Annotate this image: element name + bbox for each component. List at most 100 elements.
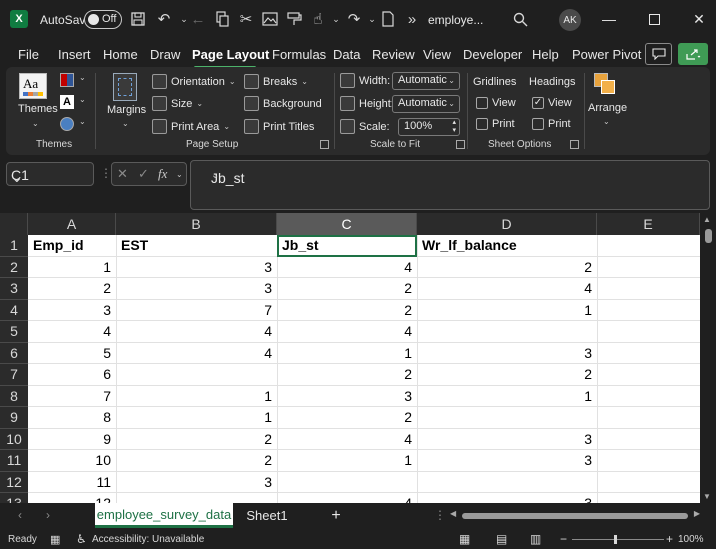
row-header[interactable]: 5 — [0, 321, 28, 343]
tab-home[interactable]: Home — [103, 47, 138, 62]
cell-b12[interactable]: 3 — [116, 472, 277, 494]
row-header[interactable]: 2 — [0, 256, 28, 278]
themes-button[interactable]: Themes — [18, 103, 58, 115]
more-options-icon[interactable]: ⋮ — [434, 508, 446, 522]
cell-b7[interactable] — [116, 364, 277, 386]
touch-dropdown-icon[interactable]: ⌄ — [326, 9, 346, 29]
tab-file[interactable]: File — [18, 47, 39, 62]
cell-a5[interactable]: 4 — [28, 321, 116, 343]
print-titles-button[interactable]: Print Titles — [244, 119, 314, 134]
headings-print-checkbox[interactable]: Print — [532, 118, 571, 130]
sheet-tab-sheet1[interactable]: Sheet1 — [242, 503, 292, 528]
cell-c6[interactable]: 1 — [277, 343, 417, 365]
cell-d11[interactable]: 3 — [417, 450, 597, 472]
touch-mode-icon[interactable]: ☝ — [308, 9, 328, 29]
column-header-c[interactable]: C — [277, 213, 417, 235]
cell-c4[interactable]: 2 — [277, 300, 417, 322]
fonts-chevron-icon[interactable]: ⌄ — [79, 95, 86, 104]
cell-e5[interactable] — [597, 321, 700, 343]
cell-c5[interactable]: 4 — [277, 321, 417, 343]
cell-a8[interactable]: 7 — [28, 386, 116, 408]
horizontal-scrollbar[interactable]: ◀ ▶ — [450, 509, 700, 521]
arrange-button[interactable]: Arrange — [588, 102, 627, 114]
macro-recording-icon[interactable]: ▦ — [50, 533, 60, 546]
cell-b1[interactable]: EST — [116, 235, 277, 257]
cell-e9[interactable] — [597, 407, 700, 429]
normal-view-icon[interactable]: ▦ — [459, 532, 470, 546]
cell-a12[interactable]: 11 — [28, 472, 116, 494]
more-commands-icon[interactable]: » — [402, 9, 422, 29]
row-header[interactable]: 6 — [0, 342, 28, 364]
maximize-icon[interactable] — [644, 9, 664, 29]
cell-d13[interactable]: 3 — [417, 493, 597, 503]
background-button[interactable]: Background — [244, 96, 322, 111]
page-layout-view-icon[interactable]: ▤ — [496, 532, 507, 546]
cell-e8[interactable] — [597, 386, 700, 408]
cell-c11[interactable]: 1 — [277, 450, 417, 472]
row-header[interactable]: 9 — [0, 407, 28, 429]
cell-b11[interactable]: 2 — [116, 450, 277, 472]
add-sheet-button[interactable]: + — [325, 503, 347, 528]
tab-page-layout[interactable]: Page Layout — [192, 47, 269, 62]
margins-button[interactable]: Margins — [107, 104, 146, 116]
insert-function-icon[interactable]: fx — [158, 166, 167, 182]
row-header[interactable]: 12 — [0, 471, 28, 493]
cell-a13[interactable]: 12 — [28, 493, 116, 503]
cell-d5[interactable] — [417, 321, 597, 343]
gridlines-view-checkbox[interactable]: View — [476, 97, 516, 109]
row-header[interactable]: 1 — [0, 235, 28, 257]
colors-chevron-icon[interactable]: ⌄ — [79, 73, 86, 82]
height-select[interactable]: Automatic ⌄ — [392, 95, 460, 113]
scrollbar-thumb[interactable] — [462, 513, 688, 519]
formula-input[interactable]: Jb_st ⌄ — [190, 160, 710, 210]
gridlines-print-checkbox[interactable]: Print — [476, 118, 515, 130]
cell-c12[interactable] — [277, 472, 417, 494]
row-header[interactable]: 11 — [0, 450, 28, 472]
sheet-options-launcher-icon[interactable] — [570, 140, 579, 149]
select-all-corner[interactable] — [0, 213, 28, 235]
cell-a9[interactable]: 8 — [28, 407, 116, 429]
redo-icon[interactable]: ↷ — [344, 9, 364, 29]
column-header-a[interactable]: A — [28, 213, 116, 235]
sheet-tab-employee-survey-data[interactable]: employee_survey_data — [95, 503, 233, 528]
page-setup-launcher-icon[interactable] — [320, 140, 329, 149]
cell-b8[interactable]: 1 — [116, 386, 277, 408]
tab-developer[interactable]: Developer — [463, 47, 522, 62]
search-icon[interactable] — [510, 9, 530, 29]
scroll-down-icon[interactable]: ▼ — [703, 492, 711, 501]
effects-chevron-icon[interactable]: ⌄ — [79, 117, 86, 126]
cell-d8[interactable]: 1 — [417, 386, 597, 408]
document-title[interactable]: employe... — [428, 13, 483, 27]
cell-e7[interactable] — [597, 364, 700, 386]
orientation-button[interactable]: Orientation ⌄ — [152, 74, 236, 89]
zoom-out-icon[interactable]: − — [560, 532, 567, 546]
cell-e11[interactable] — [597, 450, 700, 472]
cell-c10[interactable]: 4 — [277, 429, 417, 451]
save-icon[interactable] — [128, 9, 148, 29]
cell-b9[interactable]: 1 — [116, 407, 277, 429]
scrollbar-thumb[interactable] — [705, 229, 712, 243]
cell-e12[interactable] — [597, 472, 700, 494]
chevron-down-icon[interactable]: ⌄ — [176, 170, 183, 179]
enter-icon[interactable]: ✓ — [138, 166, 149, 182]
spreadsheet-grid[interactable]: A B C D E 1 Emp_id EST Jb_st Wr_lf_balance 2 1… — [0, 213, 716, 503]
headings-view-checkbox[interactable]: ✓ View — [532, 97, 572, 109]
column-header-e[interactable]: E — [597, 213, 700, 235]
cell-c9[interactable]: 2 — [277, 407, 417, 429]
cell-b3[interactable]: 3 — [116, 278, 277, 300]
width-select[interactable]: Automatic ⌄ — [392, 72, 460, 90]
cell-d12[interactable] — [417, 472, 597, 494]
cut-icon[interactable]: ✂ — [236, 9, 256, 29]
cell-b5[interactable]: 4 — [116, 321, 277, 343]
column-header-b[interactable]: B — [116, 213, 277, 235]
autosave-toggle[interactable]: Off — [84, 10, 122, 29]
zoom-slider[interactable] — [572, 535, 664, 544]
cell-c8[interactable]: 3 — [277, 386, 417, 408]
scroll-left-icon[interactable]: ◀ — [450, 509, 456, 518]
cell-a11[interactable]: 10 — [28, 450, 116, 472]
effects-icon[interactable] — [60, 117, 74, 131]
scale-to-fit-launcher-icon[interactable] — [456, 140, 465, 149]
cell-b10[interactable]: 2 — [116, 429, 277, 451]
cell-d1[interactable]: Wr_lf_balance — [417, 235, 597, 257]
vertical-scrollbar[interactable]: ▲ ▼ — [700, 213, 716, 503]
